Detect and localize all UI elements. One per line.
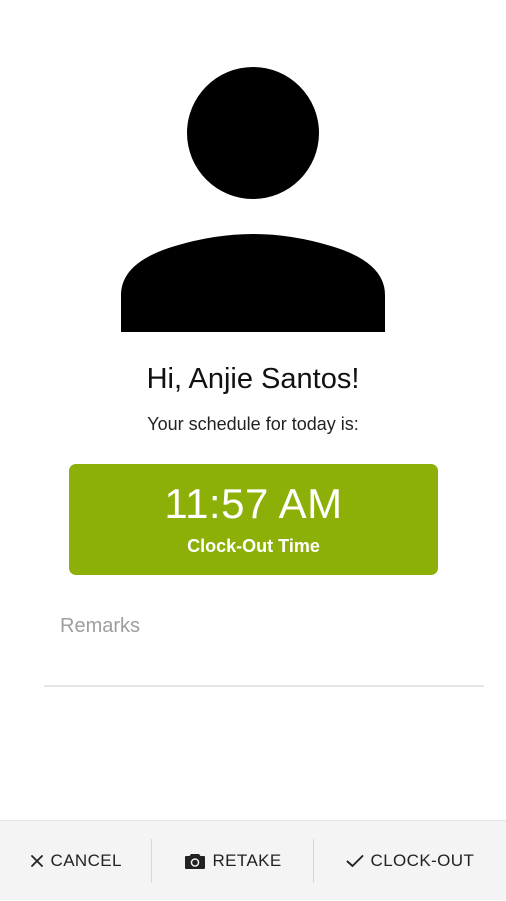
camera-icon [184, 852, 206, 870]
retake-button[interactable]: RETAKE [152, 821, 312, 901]
person-silhouette-icon [121, 67, 385, 332]
action-bar: CANCEL RETAKE CLOCK-OUT [0, 820, 506, 900]
greeting-text: Hi, Anjie Santos! [146, 363, 360, 395]
schedule-label: Your schedule for today is: [147, 414, 359, 434]
schedule-time-caption: Clock-Out Time [187, 536, 320, 556]
remarks-field[interactable] [44, 605, 484, 687]
close-icon [30, 854, 44, 868]
clock-out-time-card: 11:57 AM Clock-Out Time [69, 464, 438, 575]
clock-out-button[interactable]: CLOCK-OUT [314, 821, 506, 901]
remarks-input[interactable] [60, 615, 484, 638]
cancel-button-label: CANCEL [50, 850, 122, 870]
schedule-time: 11:57 AM [164, 480, 343, 527]
retake-button-label: RETAKE [212, 850, 282, 870]
clock-out-button-label: CLOCK-OUT [370, 850, 475, 870]
check-icon [346, 854, 364, 868]
cancel-button[interactable]: CANCEL [0, 821, 151, 901]
profile-avatar [0, 0, 506, 340]
